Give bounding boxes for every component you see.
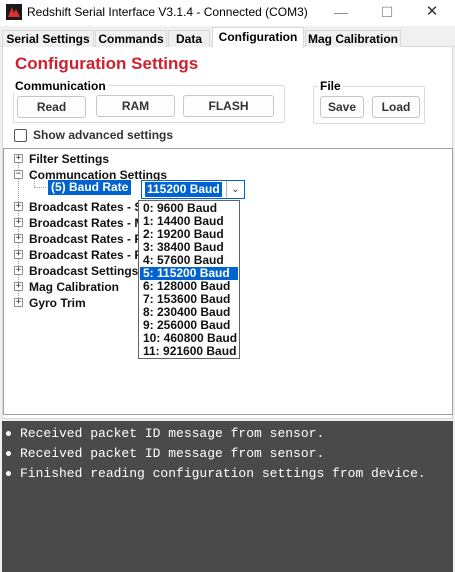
bullet-icon (6, 451, 11, 456)
tree-item-filter-settings[interactable]: Filter Settings (29, 152, 109, 166)
save-button[interactable]: Save (320, 96, 364, 118)
tab-configuration[interactable]: Configuration (212, 27, 304, 48)
tree-item-broadcast-rates-1[interactable]: Broadcast Rates - S (29, 200, 142, 214)
expander-mag-calibration[interactable]: + (14, 282, 23, 291)
maximize-button[interactable]: ☐ (364, 0, 410, 26)
tree-item-mag-calibration[interactable]: Mag Calibration (29, 280, 119, 294)
show-advanced-label: Show advanced settings (33, 128, 174, 142)
expander-broadcast-rates-3[interactable]: + (14, 234, 23, 243)
tree-item-broadcast-rates-2[interactable]: Broadcast Rates - M (29, 216, 144, 230)
console-log[interactable]: Received packet ID message from sensor. … (2, 421, 453, 572)
tab-commands[interactable]: Commands (95, 30, 167, 48)
log-text: Finished reading configuration settings … (20, 466, 426, 481)
baud-rate-dropdown[interactable]: 0: 9600 Baud 1: 14400 Baud 2: 19200 Baud… (138, 200, 240, 359)
ram-button[interactable]: RAM (96, 95, 175, 117)
expander-broadcast-rates-1[interactable]: + (14, 202, 23, 211)
log-text: Received packet ID message from sensor. (20, 446, 325, 461)
file-group-label: File (318, 79, 343, 93)
expander-broadcast-rates-4[interactable]: + (14, 250, 23, 259)
expander-communication-settings[interactable]: − (14, 170, 23, 179)
app-icon (6, 4, 22, 20)
baud-option[interactable]: 11: 921600 Baud (140, 345, 238, 358)
bullet-icon (6, 431, 11, 436)
tree-item-gyro-trim[interactable]: Gyro Trim (29, 296, 86, 310)
tab-serial-settings[interactable]: Serial Settings (2, 30, 94, 48)
tab-mag-calibration[interactable]: Mag Calibration (305, 30, 401, 48)
show-advanced-checkbox[interactable] (14, 129, 27, 142)
expander-broadcast-settings[interactable]: + (14, 266, 23, 275)
log-text: Received packet ID message from sensor. (20, 426, 325, 441)
title-bar: Redshift Serial Interface V3.1.4 - Conne… (0, 0, 455, 26)
bullet-icon (6, 471, 11, 476)
tree-item-baud-rate[interactable]: (5) Baud Rate (48, 180, 132, 195)
page-title: Configuration Settings (15, 54, 199, 73)
close-button[interactable]: ✕ (409, 0, 455, 26)
read-button[interactable]: Read (17, 96, 86, 118)
tree-child-branch (34, 187, 46, 188)
baud-rate-select[interactable]: 115200 Baud ⌄ (141, 180, 245, 199)
chevron-down-icon[interactable]: ⌄ (226, 181, 244, 198)
expander-filter-settings[interactable]: + (14, 154, 23, 163)
load-button[interactable]: Load (372, 96, 420, 118)
tree-item-broadcast-rates-3[interactable]: Broadcast Rates - R (29, 232, 143, 246)
communication-group-label: Communication (13, 79, 108, 93)
tree-item-broadcast-settings[interactable]: Broadcast Settings (29, 264, 138, 278)
tab-strip: Serial Settings Commands Data Configurat… (0, 27, 455, 48)
window-title: Redshift Serial Interface V3.1.4 - Conne… (27, 5, 308, 19)
tab-data[interactable]: Data (168, 30, 210, 48)
expander-gyro-trim[interactable]: + (14, 298, 23, 307)
expander-broadcast-rates-2[interactable]: + (14, 218, 23, 227)
minimize-button[interactable]: — (318, 0, 364, 26)
flash-button[interactable]: FLASH (183, 95, 274, 117)
baud-rate-value: 115200 Baud (145, 182, 222, 197)
tree-item-broadcast-rates-4[interactable]: Broadcast Rates - R (29, 248, 143, 262)
